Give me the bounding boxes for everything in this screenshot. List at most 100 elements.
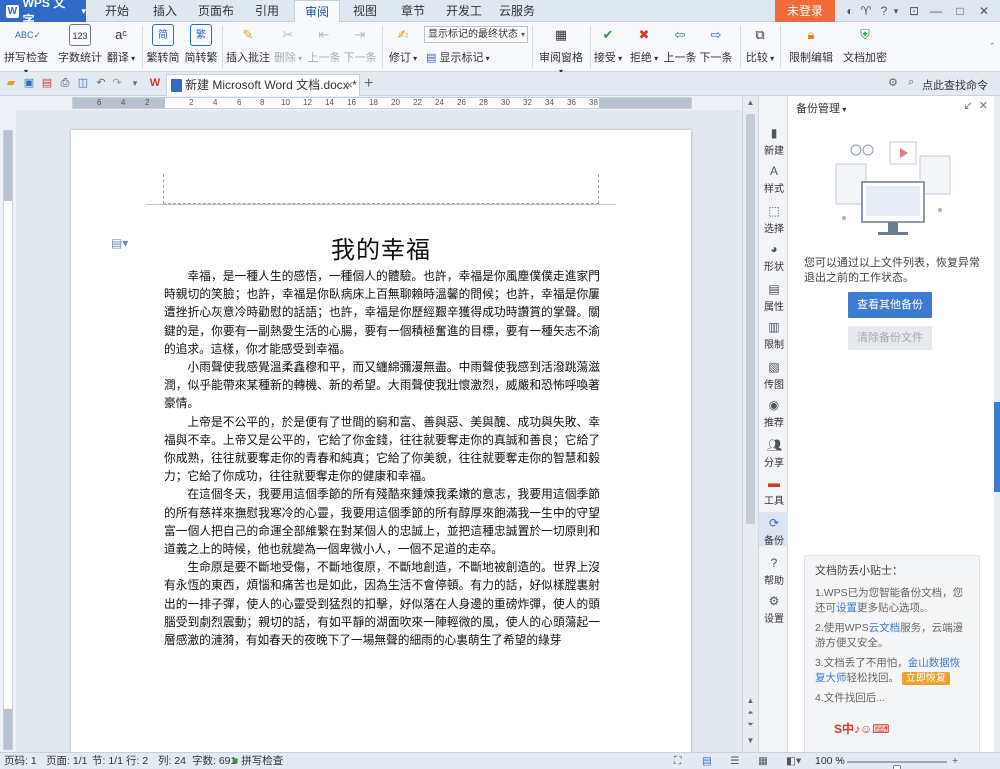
show-markup-button[interactable]: ▤ 显示标记 ▾ (426, 49, 490, 67)
paragraph[interactable]: 上帝是不公平的，於是便有了世間的窮和富、善與惡、美與醜、成功與失敗、幸福與不幸。… (164, 413, 600, 486)
word-count-button[interactable]: 123 字数统计 (58, 24, 102, 70)
print-preview-icon[interactable]: ◫ (76, 76, 90, 90)
sidebar-item-settings[interactable]: ⚙ 设置 (759, 594, 789, 625)
recover-now-button[interactable]: 立即恢复 (901, 672, 950, 685)
prev-comment-button[interactable]: ⇤ 上一条 (306, 24, 342, 70)
sidebar-item-tools[interactable]: ▬ 工具 (759, 476, 789, 507)
outline-view-icon[interactable]: ☰ (730, 753, 739, 769)
wps-app-menu-button[interactable]: W WPS 文字 ▾ (0, 0, 86, 27)
zoom-out-icon[interactable]: − (836, 753, 842, 769)
scroll-down-icon[interactable]: ▼ (745, 736, 756, 746)
next-page-icon[interactable]: ⏷ (745, 720, 756, 730)
spell-check-button[interactable]: ABC✓ 拼写检查 ▾ (4, 24, 48, 76)
chevron-down-icon[interactable]: ▾ (888, 3, 904, 19)
sidebar-item-restrict[interactable]: ▥ 限制 (759, 320, 789, 351)
redo-icon[interactable]: ↷ (110, 76, 124, 90)
panel-title[interactable]: 备份管理 ▾ (796, 100, 846, 116)
sidebar-item-help[interactable]: ? 帮助 (759, 556, 789, 587)
login-button[interactable]: 未登录 (775, 0, 835, 22)
save-icon[interactable]: ▣ (22, 76, 36, 90)
close-icon[interactable]: ✕ (976, 3, 992, 19)
document-title[interactable]: 我的幸福 (71, 230, 691, 265)
compare-button[interactable]: ⧉ 比较 ▾ (744, 24, 776, 70)
restrict-edit-button[interactable]: 🔒︎ 限制编辑 (786, 24, 836, 70)
tab-chapter[interactable]: 章节 (398, 0, 428, 22)
paragraph[interactable]: 幸福，是一種人生的感悟，一種個人的體驗。也許，幸福是你風塵僕僕走進家門時親切的笑… (164, 267, 600, 358)
to-traditional-button[interactable]: 繁 简转繁 (184, 24, 218, 70)
maximize-icon[interactable]: □ (952, 3, 968, 19)
scroll-up-icon[interactable]: ▲ (745, 696, 756, 706)
paragraph[interactable]: 生命原是要不斷地受傷，不斷地復原，不斷地創造，不斷地被創造的。世界上沒有永恆的東… (164, 558, 600, 649)
pdf-export-icon[interactable]: ▤ (40, 76, 54, 90)
sidebar-item-upload-image[interactable]: ▧ 传图 (759, 360, 789, 391)
collapse-ribbon-icon[interactable]: ˆ (990, 42, 994, 54)
new-tab-icon[interactable]: + (364, 75, 373, 93)
tab-start[interactable]: 开始 (100, 0, 134, 22)
undo-icon[interactable]: ↶ (94, 76, 108, 90)
delete-comment-button[interactable]: ✂ 删除 ▾ (272, 24, 304, 70)
document-body[interactable]: 幸福，是一種人生的感悟，一種個人的體驗。也許，幸福是你風塵僕僕走進家門時親切的笑… (164, 267, 600, 649)
full-screen-icon[interactable]: ⛶ (674, 753, 681, 769)
status-word-count[interactable]: 字数: 691 (192, 753, 236, 769)
zoom-slider[interactable] (847, 761, 947, 769)
horizontal-ruler[interactable]: 6 4 2 2 4 6 8 10 12 14 16 18 20 22 24 26… (72, 97, 692, 109)
tab-insert[interactable]: 插入 (148, 0, 182, 22)
reject-button[interactable]: ✖ 拒绝 ▾ (628, 24, 660, 70)
wps-doc-icon[interactable]: W (148, 76, 162, 90)
paragraph[interactable]: 在這個冬天，我要用這個季節的所有殘酷來鍾煉我柔嫩的意志，我要用這個季節的所有慈祥… (164, 485, 600, 558)
tab-view[interactable]: 视图 (350, 0, 380, 22)
find-command-input[interactable]: 点此查找命令 (922, 77, 988, 93)
paragraph[interactable]: 小雨聲使我感覺溫柔鑫穆和平，而又纏綿彌漫無盡。中雨聲使我感到活潑跳蕩滋潤，似乎能… (164, 358, 600, 413)
tab-cloud[interactable]: 云服务 (497, 0, 537, 22)
cloud-doc-link[interactable]: 云文档 (869, 622, 901, 634)
close-tab-icon[interactable]: × (346, 75, 353, 95)
zoom-in-icon[interactable]: + (952, 753, 958, 769)
shirt-icon[interactable]: ♈ (858, 3, 874, 19)
minimize-icon[interactable]: — (928, 3, 944, 19)
eye-protect-icon[interactable]: ◧▾ (786, 753, 801, 769)
review-pane-button[interactable]: ▦ 审阅窗格 ▾ (536, 24, 586, 76)
tab-page-layout[interactable]: 页面布局 (193, 0, 239, 40)
close-panel-icon[interactable]: ✕ (979, 100, 988, 112)
tab-reference[interactable]: 引用 (252, 0, 282, 22)
sidebar-item-style[interactable]: A 样式 (759, 164, 789, 195)
view-other-backups-button[interactable]: 查看其他备份 (848, 292, 932, 318)
search-icon[interactable]: ⌕ (908, 76, 914, 89)
document-page[interactable]: ▤▾ 我的幸福 幸福，是一種人生的感悟，一種個人的體驗。也許，幸福是你風塵僕僕走… (71, 130, 691, 752)
next-comment-button[interactable]: ⇥ 下一条 (342, 24, 378, 70)
vertical-scrollbar[interactable]: ▲ ▲ ⏶ ⏷ ▼ (742, 96, 758, 752)
print-icon[interactable]: ⎙ (58, 76, 72, 90)
vertical-ruler[interactable] (3, 130, 13, 750)
document-tab[interactable]: 新建 Microsoft Word 文档.docx * × (166, 74, 360, 96)
panel-collapse-handle[interactable] (994, 402, 1000, 492)
markup-mode-select[interactable]: 显示标记的最终状态 ▾ (424, 26, 528, 43)
web-view-icon[interactable]: ▦ (758, 753, 768, 769)
sidebar-item-shape[interactable]: ◕ 形状 (759, 242, 789, 273)
clear-backup-button[interactable]: 清除备份文件 (848, 326, 932, 350)
prev-page-icon[interactable]: ⏶ (745, 708, 756, 718)
accept-button[interactable]: ✔ 接受 ▾ (592, 24, 624, 70)
open-folder-icon[interactable]: ▰ (4, 76, 18, 90)
to-simplified-button[interactable]: 简 繁转简 (146, 24, 180, 70)
dock-panel-icon[interactable]: ↙ (963, 100, 972, 112)
settings-icon[interactable]: ⚙ (888, 76, 898, 89)
restore-window-icon[interactable]: ⊡ (906, 3, 922, 19)
scroll-up-icon[interactable]: ▲ (745, 98, 756, 108)
status-spell-check[interactable]: ■ 拼写检查 (232, 753, 283, 769)
insert-comment-button[interactable]: ✎ 插入批注 (226, 24, 270, 70)
sidebar-item-property[interactable]: ▤ 属性 (759, 282, 789, 313)
tab-developer[interactable]: 开发工具 (441, 0, 487, 40)
sidebar-item-backup[interactable]: ⟳ 备份 (759, 512, 789, 547)
next-change-button[interactable]: ⇨ 下一条 (698, 24, 734, 70)
encrypt-button[interactable]: ⛨ 文档加密 (840, 24, 890, 70)
settings-link[interactable]: 设置 (836, 602, 857, 614)
sidebar-item-new[interactable]: ▮ 新建 (759, 126, 789, 157)
translate-button[interactable]: aᶜ 翻译 ▾ (104, 24, 138, 70)
sidebar-item-recommend[interactable]: ◉ 推荐 (759, 398, 789, 429)
tab-review[interactable]: 审阅 (294, 0, 340, 23)
scrollbar-thumb[interactable] (746, 114, 755, 524)
sidebar-item-select[interactable]: ⬚ 选择 (759, 204, 789, 235)
zoom-slider-knob[interactable] (893, 765, 901, 769)
prev-change-button[interactable]: ⇦ 上一条 (662, 24, 698, 70)
skin-icon[interactable]: ◐ (842, 3, 858, 19)
